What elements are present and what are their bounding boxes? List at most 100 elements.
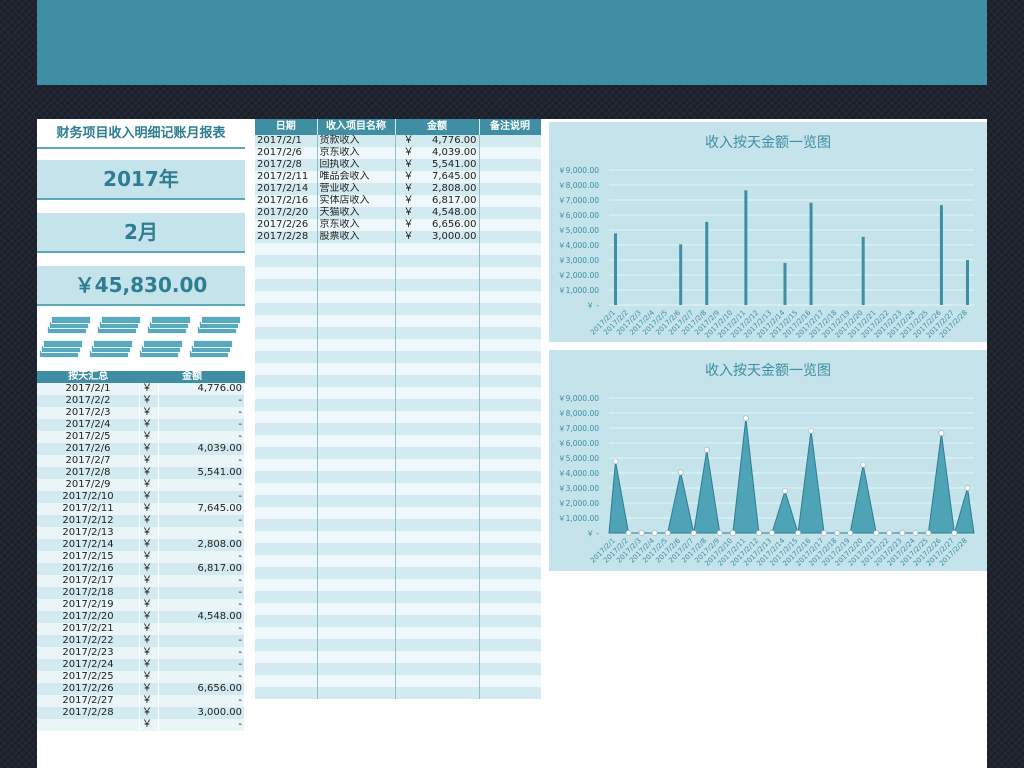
- empty-cell[interactable]: [479, 387, 541, 399]
- empty-cell[interactable]: [255, 567, 318, 579]
- area-chart-panel[interactable]: ￥9,000.00 ￥8,000.00 ￥7,000.00 ￥6,000.00 ￥5,0…: [549, 350, 987, 571]
- empty-cell[interactable]: [479, 267, 541, 279]
- empty-cell[interactable]: [255, 591, 318, 603]
- empty-cell[interactable]: [255, 651, 318, 663]
- empty-cell[interactable]: [479, 411, 541, 423]
- date-cell[interactable]: 2017/2/20: [37, 611, 140, 623]
- empty-row[interactable]: [255, 639, 541, 651]
- table-row[interactable]: 2017/2/13 ￥ -: [37, 527, 245, 539]
- empty-cell[interactable]: [317, 651, 396, 663]
- empty-cell[interactable]: [395, 519, 480, 531]
- empty-cell[interactable]: [255, 531, 318, 543]
- empty-cell[interactable]: [395, 279, 480, 291]
- empty-row[interactable]: [255, 555, 541, 567]
- empty-cell[interactable]: [395, 507, 480, 519]
- date-cell[interactable]: 2017/2/12: [37, 515, 140, 527]
- empty-cell[interactable]: [255, 375, 318, 387]
- data-point[interactable]: [912, 530, 919, 536]
- item-name-cell[interactable]: 京东收入: [317, 147, 396, 159]
- table-row[interactable]: 2017/2/17 ￥ -: [37, 575, 245, 587]
- amount-cell[interactable]: -: [158, 527, 245, 539]
- amount-cell[interactable]: ￥ 7,645.00: [395, 171, 480, 183]
- data-point[interactable]: [612, 458, 619, 465]
- empty-cell[interactable]: [317, 603, 396, 615]
- amount-cell[interactable]: -: [158, 671, 245, 683]
- note-cell[interactable]: [479, 231, 541, 243]
- amount-cell[interactable]: -: [158, 491, 245, 503]
- empty-row[interactable]: [255, 243, 541, 255]
- empty-cell[interactable]: [479, 627, 541, 639]
- table-row[interactable]: 2017/2/6 京东收入 ￥ 4,039.00: [255, 147, 541, 159]
- amount-cell[interactable]: -: [158, 575, 245, 587]
- item-name-cell[interactable]: 股票收入: [317, 231, 396, 243]
- amount-cell[interactable]: -: [158, 599, 245, 611]
- empty-cell[interactable]: [317, 675, 396, 687]
- empty-cell[interactable]: [255, 411, 318, 423]
- empty-cell[interactable]: [317, 591, 396, 603]
- empty-cell[interactable]: [479, 507, 541, 519]
- amount-cell[interactable]: ￥ 4,039.00: [395, 147, 480, 159]
- table-row[interactable]: 2017/2/5 ￥ -: [37, 431, 245, 443]
- note-cell[interactable]: [479, 135, 541, 147]
- empty-cell[interactable]: [317, 507, 396, 519]
- bar[interactable]: [939, 205, 943, 305]
- empty-cell[interactable]: [479, 399, 541, 411]
- note-cell[interactable]: [479, 147, 541, 159]
- empty-row[interactable]: [255, 663, 541, 675]
- empty-row[interactable]: [255, 483, 541, 495]
- table-row[interactable]: 2017/2/12 ￥ -: [37, 515, 245, 527]
- empty-cell[interactable]: [395, 339, 480, 351]
- date-cell[interactable]: 2017/2/1: [37, 383, 140, 395]
- date-cell[interactable]: 2017/2/1: [255, 135, 318, 147]
- table-row[interactable]: 2017/2/27 ￥ -: [37, 695, 245, 707]
- date-cell[interactable]: 2017/2/25: [37, 671, 140, 683]
- bar[interactable]: [783, 262, 787, 305]
- table-row[interactable]: 2017/2/2 ￥ -: [37, 395, 245, 407]
- table-row[interactable]: 2017/2/8 回执收入 ￥ 5,541.00: [255, 159, 541, 171]
- amount-cell[interactable]: 4,039.00: [158, 443, 245, 455]
- amount-cell[interactable]: ￥ 6,817.00: [395, 195, 480, 207]
- amount-cell[interactable]: 2,808.00: [158, 539, 245, 551]
- date-cell[interactable]: 2017/2/27: [37, 695, 140, 707]
- empty-cell[interactable]: [395, 591, 480, 603]
- empty-cell[interactable]: [255, 459, 318, 471]
- empty-cell[interactable]: [255, 279, 318, 291]
- empty-cell[interactable]: [395, 615, 480, 627]
- date-cell[interactable]: 2017/2/26: [255, 219, 318, 231]
- empty-cell[interactable]: [255, 639, 318, 651]
- date-cell[interactable]: [37, 719, 140, 731]
- date-cell[interactable]: 2017/2/19: [37, 599, 140, 611]
- empty-row[interactable]: [255, 651, 541, 663]
- bar-chart-panel[interactable]: ￥9,000.00 ￥8,000.00 ￥7,000.00 ￥6,000.00 ￥5,0…: [549, 122, 987, 342]
- bar[interactable]: [744, 190, 748, 305]
- empty-cell[interactable]: [395, 663, 480, 675]
- empty-row[interactable]: [255, 543, 541, 555]
- table-row[interactable]: 2017/2/19 ￥ -: [37, 599, 245, 611]
- data-point[interactable]: [716, 530, 723, 536]
- table-row[interactable]: 2017/2/9 ￥ -: [37, 479, 245, 491]
- bar[interactable]: [861, 236, 865, 305]
- table-row[interactable]: 2017/2/8 ￥ 5,541.00: [37, 467, 245, 479]
- empty-cell[interactable]: [395, 495, 480, 507]
- amount-cell[interactable]: 6,656.00: [158, 683, 245, 695]
- table-row[interactable]: 2017/2/28 股票收入 ￥ 3,000.00: [255, 231, 541, 243]
- bar[interactable]: [965, 260, 969, 305]
- empty-cell[interactable]: [395, 399, 480, 411]
- empty-cell[interactable]: [255, 327, 318, 339]
- table-row[interactable]: 2017/2/25 ￥ -: [37, 671, 245, 683]
- item-name-cell[interactable]: 京东收入: [317, 219, 396, 231]
- empty-row[interactable]: [255, 603, 541, 615]
- empty-row[interactable]: [255, 531, 541, 543]
- date-cell[interactable]: 2017/2/22: [37, 635, 140, 647]
- data-point[interactable]: [964, 485, 971, 491]
- bar[interactable]: [809, 202, 813, 305]
- table-row[interactable]: 2017/2/14 营业收入 ￥ 2,808.00: [255, 183, 541, 195]
- empty-row[interactable]: [255, 315, 541, 327]
- empty-cell[interactable]: [255, 675, 318, 687]
- data-point[interactable]: [873, 530, 880, 536]
- empty-row[interactable]: [255, 507, 541, 519]
- empty-cell[interactable]: [317, 459, 396, 471]
- table-row[interactable]: 2017/2/22 ￥ -: [37, 635, 245, 647]
- data-point[interactable]: [690, 530, 697, 536]
- empty-cell[interactable]: [255, 627, 318, 639]
